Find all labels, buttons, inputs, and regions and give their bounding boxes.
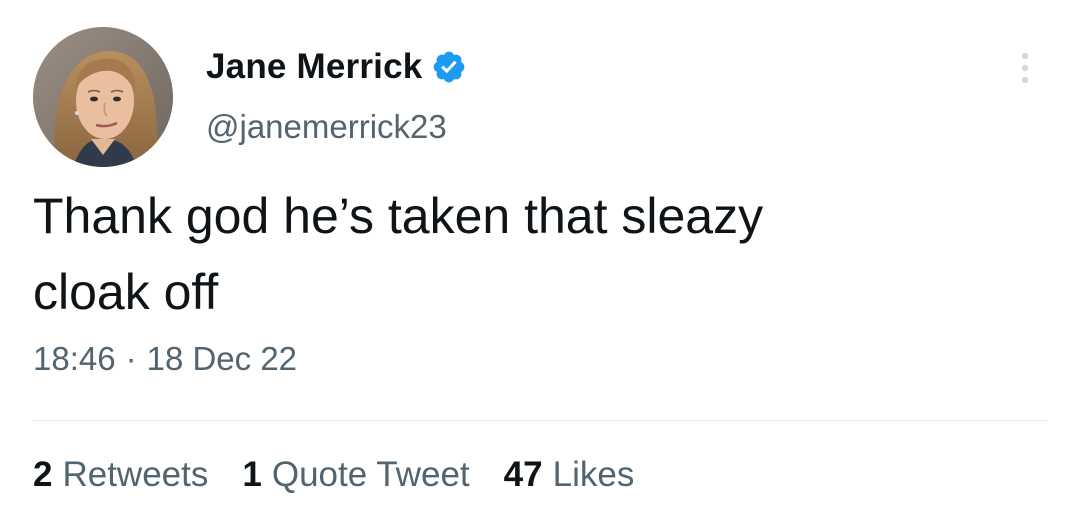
- likes-label: Likes: [552, 455, 635, 494]
- retweets-count: 2: [33, 455, 53, 494]
- timestamp-separator: ·: [125, 340, 137, 377]
- quote-tweets-stat[interactable]: 1 Quote Tweet: [242, 455, 469, 495]
- tweet-card: Jane Merrick @janemerrick23 Thank god he…: [0, 0, 1080, 528]
- divider: [33, 420, 1047, 421]
- tweet-time: 18:46: [33, 340, 116, 377]
- engagement-stats: 2 Retweets 1 Quote Tweet 47 Likes: [33, 455, 668, 495]
- tweet-date: 18 Dec 22: [146, 340, 298, 377]
- likes-count: 47: [503, 455, 543, 494]
- author-name-row: Jane Merrick: [206, 44, 467, 90]
- profile-photo: [33, 27, 173, 167]
- verified-badge-icon: [431, 49, 467, 85]
- display-name[interactable]: Jane Merrick: [206, 47, 422, 87]
- more-options-button[interactable]: [1005, 48, 1045, 88]
- likes-stat[interactable]: 47 Likes: [504, 455, 635, 495]
- quote-tweets-count: 1: [242, 455, 262, 494]
- quote-tweets-label: Quote Tweet: [271, 455, 470, 494]
- author-handle[interactable]: @janemerrick23: [206, 108, 447, 146]
- tweet-timestamp[interactable]: 18:46 · 18 Dec 22: [33, 340, 297, 378]
- tweet-text: Thank god he’s taken that sleazy cloak o…: [33, 188, 764, 320]
- retweets-stat[interactable]: 2 Retweets: [33, 455, 208, 495]
- avatar[interactable]: [33, 27, 173, 167]
- more-vertical-icon: [1021, 52, 1029, 84]
- retweets-label: Retweets: [62, 455, 209, 494]
